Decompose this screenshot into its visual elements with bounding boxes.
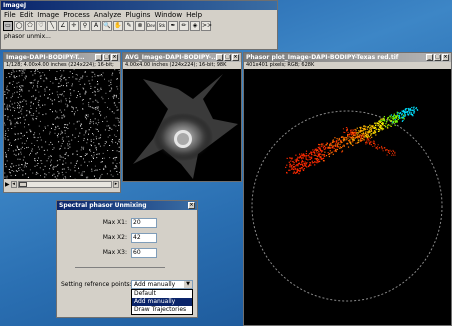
brush-tool-icon[interactable]: ✒ [168, 21, 178, 31]
wand-tool-icon[interactable]: ⚲ [80, 21, 90, 31]
status-text: phasor unmix... [4, 33, 51, 40]
max-x1-input[interactable]: 20 [131, 217, 157, 228]
maximize-icon[interactable]: □ [103, 54, 110, 61]
avg-window-title: AVG_Image-DAPI-BODIPY-... [125, 54, 216, 61]
dropdown-option[interactable]: Add manually [132, 298, 192, 306]
chevron-down-icon[interactable]: ▼ [184, 281, 192, 288]
more-tool-icon[interactable]: >> [201, 21, 212, 31]
minimize-icon[interactable]: _ [426, 54, 433, 61]
menu-file[interactable]: File [4, 11, 16, 19]
minimize-icon[interactable]: _ [95, 54, 102, 61]
imagej-titlebar[interactable]: ImageJ [1, 1, 277, 10]
menu-help[interactable]: Help [186, 11, 202, 19]
phasor-plot-window: Phasor plot_Image-DAPI-BODIPY-Texas red.… [243, 52, 452, 326]
phasor-window-titlebar[interactable]: Phasor plot_Image-DAPI-BODIPY-Texas red.… [244, 53, 451, 62]
stack-window-title: Image-DAPI-BODIPY-T... [6, 54, 85, 61]
dropper-tool-icon[interactable]: ✎ [124, 21, 134, 31]
menu-window[interactable]: Window [154, 11, 182, 19]
select-label: Setting refrence points: [61, 281, 132, 288]
oval-tool-icon[interactable]: ◯ [14, 21, 24, 31]
dialog-title: Spectral phasor Unmixing [59, 202, 147, 209]
rectangle-tool-icon[interactable]: ▭ [3, 21, 13, 31]
slice-scrollbar[interactable] [17, 181, 112, 188]
menu-process[interactable]: Process [63, 11, 90, 19]
dialog-fields: Max X1: 20 Max X2: 42 Max X3: 60 [57, 210, 197, 263]
field-row: Max X1: 20 [61, 216, 193, 229]
Stk-tool-icon[interactable]: Stk [157, 21, 167, 31]
menu-analyze[interactable]: Analyze [94, 11, 122, 19]
tool-bar: ▭ ◯ ⬠ ♡ ╲ ∠ ✛ ⚲ A 🔍 ✋ ✎ ⊗ Dev Stk ✒ ✏ ◈ >> [1, 20, 277, 32]
menu-bar: File Edit Image Process Analyze Plugins Window… [1, 10, 277, 20]
avg-image-canvas[interactable] [123, 69, 241, 181]
menu-image[interactable]: Image [37, 11, 59, 19]
dropdown-option[interactable]: Draw Trajectories [132, 306, 192, 314]
max-x2-input[interactable]: 42 [131, 232, 157, 243]
field-row: Max X3: 60 [61, 246, 193, 259]
separator [75, 267, 165, 268]
dialog-titlebar[interactable]: Spectral phasor Unmixing × [57, 201, 197, 210]
close-icon[interactable]: × [111, 54, 118, 61]
reference-points-select[interactable]: Add manually ▼ [131, 280, 193, 289]
text-tool-icon[interactable]: A [91, 21, 101, 31]
select-value: Add manually [134, 281, 176, 288]
freehand-tool-icon[interactable]: ♡ [36, 21, 46, 31]
close-icon[interactable]: × [442, 54, 449, 61]
dropdown-option[interactable]: Default [132, 290, 192, 298]
window-title: ImageJ [3, 2, 27, 9]
zoom-tool-icon[interactable]: 🔍 [102, 21, 112, 31]
field-label: Max X2: [102, 234, 127, 241]
phasor-plot-canvas[interactable] [244, 69, 451, 325]
field-label: Max X3: [102, 249, 127, 256]
minimize-icon[interactable]: _ [216, 54, 223, 61]
scroll-right-icon[interactable]: ▸ [113, 181, 119, 188]
field-row: Max X2: 42 [61, 231, 193, 244]
avg-window-titlebar[interactable]: AVG_Image-DAPI-BODIPY-... _ □ × [123, 53, 241, 62]
imagej-main-window: ImageJ File Edit Image Process Analyze Plugin… [0, 0, 278, 50]
menu-plugins[interactable]: Plugins [125, 11, 150, 19]
phasor-window-info: 401x401 pixels; RGB; 628K [244, 62, 451, 69]
stack-window-titlebar[interactable]: Image-DAPI-BODIPY-T... _ □ × [4, 53, 120, 62]
reference-points-dropdown: Default Add manually Draw Trajectories [131, 289, 193, 315]
scroll-thumb[interactable] [18, 182, 27, 187]
polygon-tool-icon[interactable]: ⬠ [25, 21, 35, 31]
unmixing-dialog: Spectral phasor Unmixing × Max X1: 20 Max … [56, 200, 198, 318]
close-icon[interactable]: × [232, 54, 239, 61]
hand-tool-icon[interactable]: ✋ [113, 21, 123, 31]
Dev-tool-icon[interactable]: Dev [146, 21, 156, 31]
pencil-tool-icon[interactable]: ✏ [179, 21, 189, 31]
maximize-icon[interactable]: □ [434, 54, 441, 61]
stack-window-info: 1/128; 4.00x4.00 inches (224x224); 16-bi… [4, 62, 120, 69]
line-tool-icon[interactable]: ╲ [47, 21, 57, 31]
close-icon[interactable]: × [188, 202, 195, 209]
avg-window-info: 4.00x4.00 inches (224x224); 16-bit; 98K [123, 62, 241, 69]
maximize-icon[interactable]: □ [224, 54, 231, 61]
max-x3-input[interactable]: 60 [131, 247, 157, 258]
play-icon[interactable]: ▶ [5, 181, 10, 188]
menu-edit[interactable]: Edit [20, 11, 34, 19]
stack-slider: ▶ ◂ ▸ [4, 179, 120, 190]
scroll-left-icon[interactable]: ◂ [10, 181, 17, 188]
field-label: Max X1: [102, 219, 127, 226]
angle-tool-icon[interactable]: ∠ [58, 21, 68, 31]
stack-image-canvas[interactable] [4, 69, 120, 179]
image-window-avg: AVG_Image-DAPI-BODIPY-... _ □ × 4.00x4.0… [122, 52, 242, 182]
image-window-stack: Image-DAPI-BODIPY-T... _ □ × 1/128; 4.00… [3, 52, 121, 193]
flood-tool-icon[interactable]: ◈ [190, 21, 200, 31]
stop-tool-icon[interactable]: ⊗ [135, 21, 145, 31]
phasor-window-title: Phasor plot_Image-DAPI-BODIPY-Texas red.… [246, 54, 399, 61]
point-tool-icon[interactable]: ✛ [69, 21, 79, 31]
